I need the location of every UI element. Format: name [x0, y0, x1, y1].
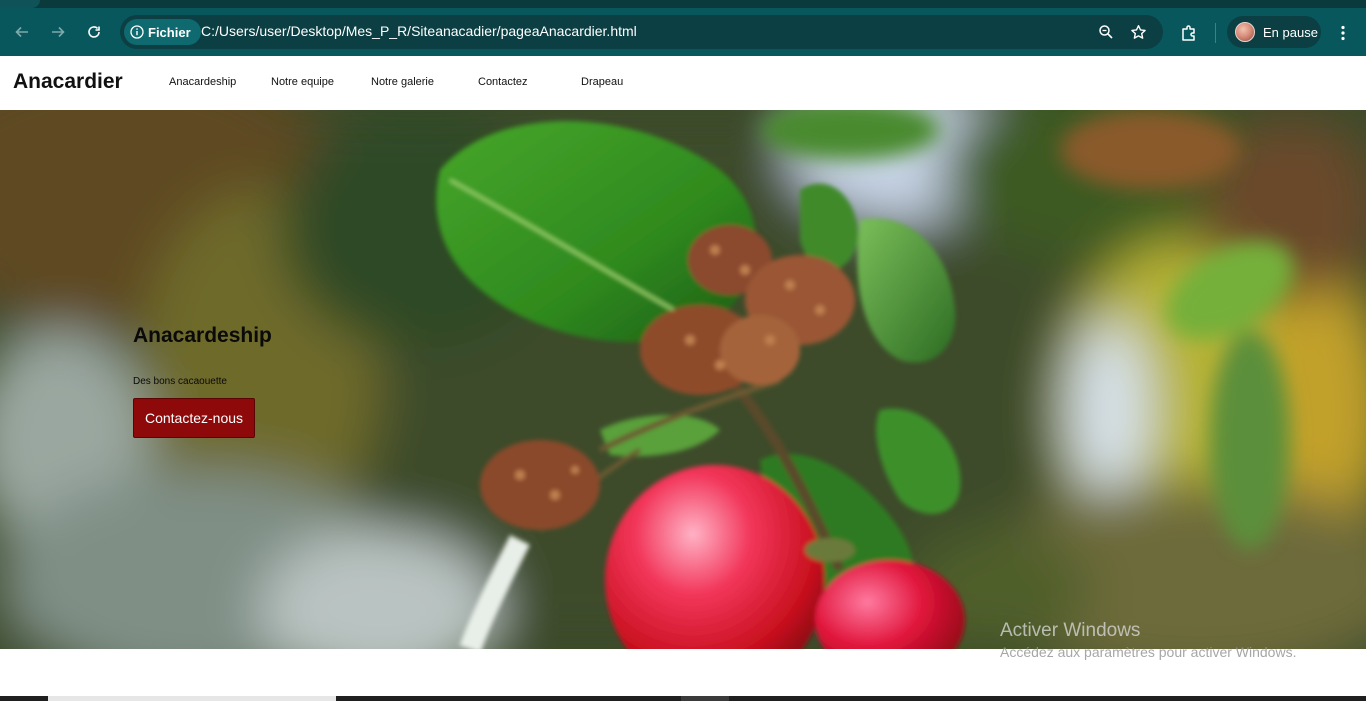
nav-link-notre-galerie[interactable]: Notre galerie	[371, 76, 434, 88]
profile-button[interactable]: En pause	[1227, 16, 1321, 48]
puzzle-icon	[1182, 25, 1195, 41]
avatar	[1235, 22, 1255, 42]
hero-subtitle: Des bons cacaouette	[133, 376, 227, 387]
taskbar	[0, 696, 1366, 701]
taskbar-app-button[interactable]	[681, 696, 729, 701]
hero-title: Anacardeship	[133, 324, 272, 347]
profile-label: En pause	[1263, 24, 1318, 40]
contact-us-button[interactable]: Contactez-nous	[133, 398, 255, 438]
nav-link-anacardeship[interactable]: Anacardeship	[169, 76, 236, 88]
windows-activation-watermark: Activer Windows Accédez aux paramètres p…	[1000, 620, 1296, 660]
star-icon	[1130, 24, 1146, 39]
arrow-right-icon	[52, 26, 65, 38]
nav-link-contactez[interactable]: Contactez	[478, 76, 528, 88]
browser-menu-button[interactable]	[1333, 20, 1353, 46]
info-icon	[130, 25, 144, 39]
taskbar-search-box[interactable]	[48, 696, 336, 701]
site-header: Anacardier Anacardeship Notre equipe Not…	[0, 56, 1366, 110]
nav-link-drapeau[interactable]: Drapeau	[581, 76, 623, 88]
site-brand[interactable]: Anacardier	[13, 70, 123, 94]
reload-button[interactable]	[82, 20, 106, 44]
bookmark-button[interactable]	[1127, 21, 1149, 43]
kebab-menu-icon	[1341, 25, 1345, 41]
site-info-label: Fichier	[148, 24, 191, 40]
hero-section: Anacardeship Des bons cacaouette Contact…	[0, 110, 1366, 649]
browser-toolbar: Fichier C:/Users/user/Desktop/Mes_P_R/Si…	[0, 8, 1366, 56]
site-info-chip[interactable]: Fichier	[124, 19, 201, 45]
address-bar[interactable]: Fichier C:/Users/user/Desktop/Mes_P_R/Si…	[120, 15, 1163, 49]
watermark-title: Activer Windows	[1000, 620, 1141, 641]
tab-strip	[0, 0, 1366, 8]
nav-link-notre-equipe[interactable]: Notre equipe	[271, 76, 334, 88]
extensions-button[interactable]	[1176, 20, 1202, 46]
active-tab-edge[interactable]	[0, 0, 40, 8]
toolbar-separator	[1215, 23, 1216, 43]
arrow-left-icon	[15, 26, 28, 38]
url-text[interactable]: C:/Users/user/Desktop/Mes_P_R/Siteanacad…	[201, 23, 637, 39]
zoom-icon	[1099, 25, 1113, 39]
watermark-subtitle: Accédez aux paramètres pour activer Wind…	[1000, 644, 1297, 660]
reload-icon	[88, 26, 100, 38]
back-button[interactable]	[10, 20, 34, 44]
zoom-button[interactable]	[1095, 21, 1117, 43]
forward-button[interactable]	[46, 20, 70, 44]
